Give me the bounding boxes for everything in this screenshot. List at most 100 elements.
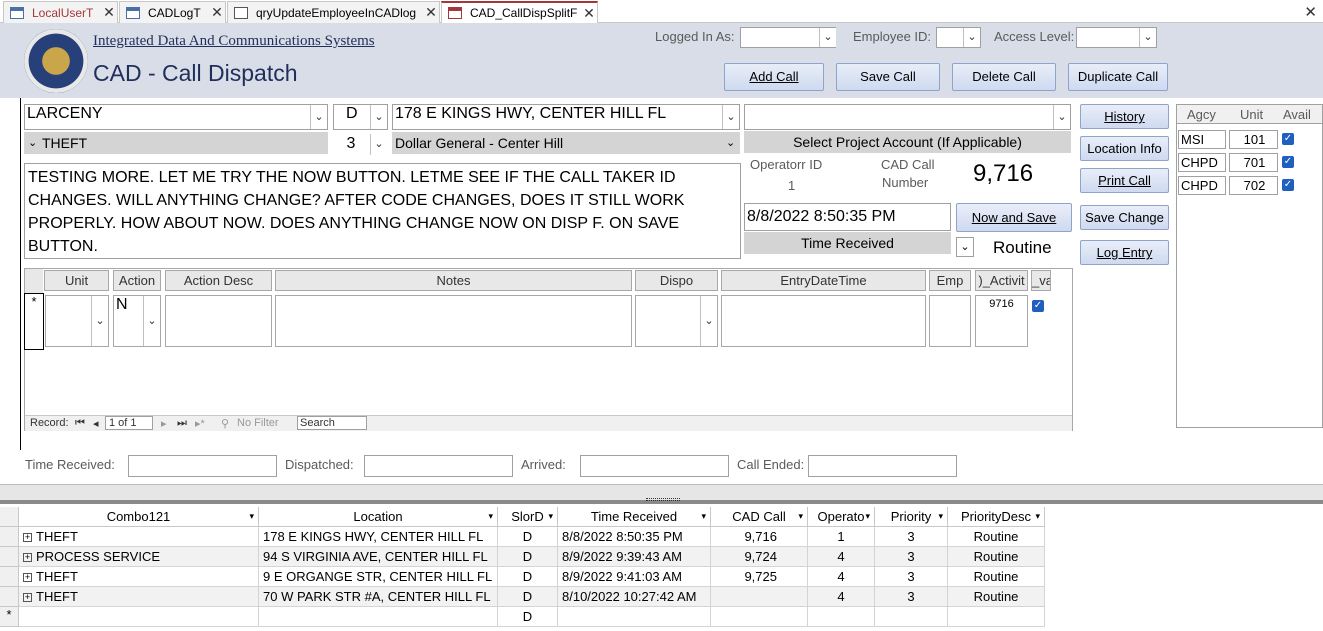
priority-cell[interactable]: 3 <box>875 587 948 607</box>
close-icon[interactable]: ✕ <box>423 4 439 21</box>
operator-cell[interactable]: 1 <box>808 527 875 547</box>
row-selector[interactable] <box>0 527 19 547</box>
unit-agency[interactable]: MSI <box>1178 130 1226 149</box>
location-cell[interactable] <box>259 607 498 627</box>
select-all-corner[interactable] <box>0 507 19 527</box>
cad-call-cell[interactable]: 9,725 <box>711 567 808 587</box>
expand-icon[interactable]: + <box>23 593 32 603</box>
time-received-cell[interactable]: 8/9/2022 9:39:43 AM <box>558 547 711 567</box>
col-unit[interactable]: Unit <box>44 270 109 291</box>
col-action-desc[interactable]: Action Desc <box>165 270 272 291</box>
combo121-cell[interactable]: + THEFT <box>19 587 259 607</box>
chevron-down-icon[interactable]: ⌄ <box>726 132 735 154</box>
table-row[interactable]: + THEFT 70 W PARK STR #A, CENTER HILL FL … <box>0 587 1045 607</box>
save-change-button[interactable]: Save Change <box>1080 205 1169 230</box>
operator-cell[interactable]: 4 <box>808 567 875 587</box>
dropdown-arrow-icon[interactable]: ▾ <box>1035 507 1040 526</box>
new-row-selector[interactable]: * <box>0 607 19 627</box>
action-desc-cell[interactable] <box>165 295 272 347</box>
print-call-button[interactable]: Print Call <box>1080 168 1169 193</box>
narrative-textbox[interactable]: TESTING MORE. LET ME TRY THE NOW BUTTON.… <box>24 163 741 259</box>
location-cell[interactable]: 94 S VIRGINIA AVE, CENTER HILL FL <box>259 547 498 567</box>
dispatched-field[interactable] <box>364 455 513 477</box>
slord-cell[interactable]: D <box>498 547 558 567</box>
chevron-down-icon[interactable]: ⌄ <box>143 296 160 346</box>
location-cell[interactable]: 9 E ORGANGE STR, CENTER HILL FL <box>259 567 498 587</box>
chevron-down-icon[interactable]: ⌄ <box>1053 105 1070 129</box>
last-record-icon[interactable]: ⏭ <box>177 417 187 430</box>
combo121-cell[interactable] <box>19 607 259 627</box>
close-icon[interactable]: ✕ <box>101 4 117 21</box>
table-row[interactable]: + PROCESS SERVICE 94 S VIRGINIA AVE, CENT… <box>0 547 1045 567</box>
dropdown-arrow-icon[interactable]: ▾ <box>938 507 943 526</box>
priority-cell[interactable]: 3 <box>875 527 948 547</box>
col-slord[interactable]: SlorD ▾ <box>498 507 558 527</box>
priority-number[interactable]: 3 <box>333 133 369 155</box>
slord-cell[interactable]: D <box>498 587 558 607</box>
time-received-cell[interactable]: 8/10/2022 10:27:42 AM <box>558 587 711 607</box>
prev-record-icon[interactable]: ◂ <box>93 417 99 430</box>
priority-desc-cell[interactable]: Routine <box>948 567 1045 587</box>
tab-query-update[interactable]: qryUpdateEmployeeInCADlog ✕ <box>227 1 440 23</box>
tab-local-user[interactable]: LocalUserT ✕ <box>3 1 118 23</box>
priority-desc-cell[interactable]: Routine <box>948 547 1045 567</box>
avail-checkbox[interactable]: ✓ <box>1282 152 1294 168</box>
chevron-down-icon[interactable]: ⌄ <box>722 105 739 129</box>
chevron-down-icon[interactable]: ⌄ <box>370 134 387 155</box>
delete-call-button[interactable]: Delete Call <box>952 63 1056 91</box>
cad-call-cell[interactable] <box>711 587 808 607</box>
tab-cad-log[interactable]: CADLogT ✕ <box>119 1 226 23</box>
priority-cell[interactable]: 3 <box>875 547 948 567</box>
col-location[interactable]: Location ▾ <box>259 507 498 527</box>
search-input[interactable]: Search <box>297 416 367 430</box>
combo121-cell[interactable]: + THEFT <box>19 527 259 547</box>
unit-number[interactable]: 101 <box>1229 130 1278 149</box>
first-record-icon[interactable]: ⏮ <box>75 417 85 430</box>
chevron-down-icon[interactable]: ⌄ <box>819 28 836 47</box>
time-received-field[interactable]: 8/8/2022 8:50:35 PM <box>744 203 951 231</box>
dropdown-arrow-icon[interactable]: ▾ <box>488 507 493 526</box>
address-combo[interactable]: 178 E KINGS HWY, CENTER HILL FL <box>392 104 740 130</box>
avail-checkbox[interactable]: ✓ <box>1282 129 1294 145</box>
combo121-cell[interactable]: + THEFT <box>19 567 259 587</box>
operator-cell[interactable] <box>808 607 875 627</box>
dropdown-arrow-icon[interactable]: ▾ <box>249 507 254 526</box>
col-dispo[interactable]: Dispo <box>635 270 718 291</box>
add-call-button[interactable]: Add Call <box>724 63 824 91</box>
project-account-combo[interactable] <box>744 104 1071 130</box>
operator-cell[interactable]: 4 <box>808 547 875 567</box>
no-filter-button[interactable]: No Filter <box>237 417 279 429</box>
unit-number[interactable]: 702 <box>1229 176 1278 195</box>
avail-checkbox[interactable]: ✓ <box>1282 175 1294 191</box>
time-received-cell[interactable] <box>558 607 711 627</box>
save-call-button[interactable]: Save Call <box>836 63 940 91</box>
expand-icon[interactable]: + <box>23 573 32 583</box>
time-received-cell[interactable]: 8/9/2022 9:41:03 AM <box>558 567 711 587</box>
slord-cell[interactable]: D <box>498 607 558 627</box>
table-row[interactable]: + THEFT 9 E ORGANGE STR, CENTER HILL FL D… <box>0 567 1045 587</box>
cad-call-cell[interactable]: 9,724 <box>711 547 808 567</box>
col-emp[interactable]: Emp <box>929 270 971 291</box>
valid-checkbox[interactable]: ✓ <box>1032 296 1044 312</box>
subform-select-all[interactable] <box>25 269 43 293</box>
location-cell[interactable]: 178 E KINGS HWY, CENTER HILL FL <box>259 527 498 547</box>
close-icon[interactable]: ✕ <box>209 4 225 21</box>
unit-agency[interactable]: CHPD <box>1178 153 1226 172</box>
priority-desc-cell[interactable] <box>948 607 1045 627</box>
business-combo[interactable]: Dollar General - Center Hill <box>392 132 740 154</box>
priority-desc-cell[interactable]: Routine <box>948 587 1045 607</box>
entry-datetime-cell[interactable] <box>721 295 926 347</box>
dropdown-arrow-icon[interactable]: ▾ <box>548 507 553 526</box>
next-record-icon[interactable]: ▸ <box>161 417 167 430</box>
chevron-down-icon[interactable]: ⌄ <box>91 296 108 346</box>
duplicate-call-button[interactable]: Duplicate Call <box>1068 63 1168 91</box>
call-ended-field[interactable] <box>808 455 957 477</box>
slord-cell[interactable]: D <box>498 567 558 587</box>
dropdown-arrow-icon[interactable]: ▾ <box>865 507 870 526</box>
activity-cell[interactable]: 9716 <box>975 295 1028 347</box>
col-priority-desc[interactable]: PriorityDesc ▾ <box>948 507 1045 527</box>
now-and-save-button[interactable]: Now and Save <box>956 203 1072 232</box>
location-cell[interactable]: 70 W PARK STR #A, CENTER HILL FL <box>259 587 498 607</box>
split-form-splitter[interactable] <box>0 484 1323 504</box>
chevron-down-icon[interactable]: ⌄ <box>963 28 980 47</box>
